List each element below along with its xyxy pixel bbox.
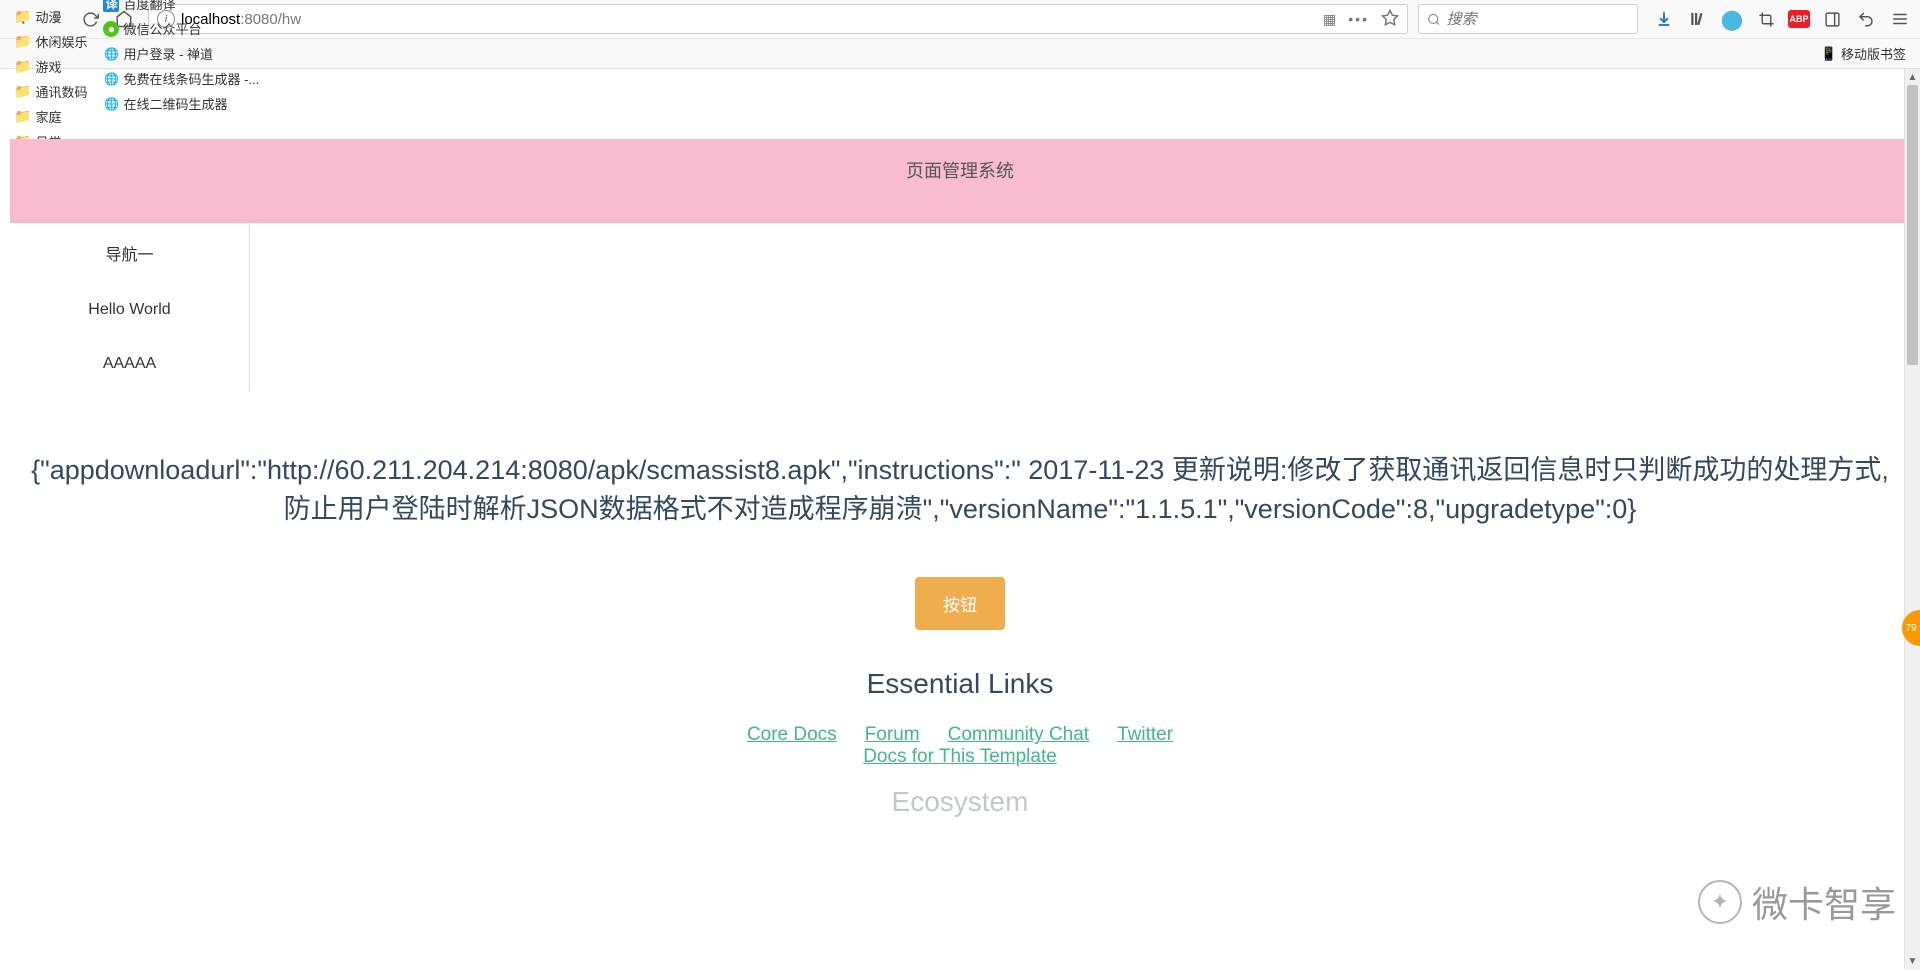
bookmarks-bar: 📁常用📁编程📁动漫📁休闲娱乐📁游戏📁通讯数码📁家庭📁日常 译百度翻译●微信公众平… — [0, 38, 1920, 68]
sidebar-item[interactable]: AAAAA — [10, 337, 249, 391]
mobile-bookmarks[interactable]: 📱 移动版书签 — [1815, 41, 1912, 66]
folder-icon: 📁 — [14, 33, 31, 50]
search-icon — [1427, 12, 1441, 27]
bookmark-label: 用户登录 - 禅道 — [123, 44, 213, 63]
json-display: {"appdownloadurl":"http://60.211.204.214… — [10, 391, 1910, 559]
bookmark-label: 微信公众平台 — [123, 19, 201, 38]
sidebar: 导航一Hello WorldAAAAA — [10, 223, 250, 391]
sidebar-icon[interactable] — [1820, 7, 1844, 31]
bookmark-folder[interactable]: 📁休闲娱乐 — [8, 29, 93, 54]
main-area — [250, 223, 1910, 391]
essential-link[interactable]: Core Docs — [747, 724, 837, 745]
url-bar[interactable]: i localhost:8080/hw ▦ ••• — [148, 4, 1408, 34]
sidebar-item[interactable]: 导航一 — [10, 223, 249, 283]
action-button[interactable]: 按钮 — [915, 577, 1005, 630]
bookmark-label: 编程 — [35, 0, 61, 1]
page-title: 页面管理系统 — [906, 161, 1014, 181]
bookmark-site[interactable]: 译百度翻译 — [97, 0, 265, 16]
favicon: ● — [103, 21, 119, 37]
mobile-icon: 📱 — [1821, 46, 1837, 62]
bookmark-site[interactable]: 🌐用户登录 - 禅道 — [97, 41, 265, 66]
scroll-thumb[interactable] — [1907, 85, 1918, 365]
library-icon[interactable] — [1686, 7, 1710, 31]
bookmark-folder[interactable]: 📁编程 — [8, 0, 93, 4]
essential-links: Core Docs Forum Community Chat Twitter Docs … — [10, 724, 1910, 768]
essential-link[interactable]: Twitter — [1117, 724, 1173, 745]
bookmark-folder[interactable]: 📁动漫 — [8, 4, 93, 29]
ecosystem-title: Ecosystem — [10, 786, 1910, 818]
scrollbar[interactable]: ▲ ▼ — [1904, 69, 1920, 969]
folder-icon: 📁 — [14, 8, 31, 25]
page-header: 页面管理系统 — [10, 139, 1910, 223]
bookmark-site[interactable]: ●微信公众平台 — [97, 16, 265, 41]
download-icon[interactable] — [1652, 7, 1676, 31]
bookmark-label: 休闲娱乐 — [35, 32, 87, 51]
crop-icon[interactable] — [1754, 7, 1778, 31]
scroll-up-button[interactable]: ▲ — [1905, 69, 1920, 85]
bookmark-label: 动漫 — [35, 7, 61, 26]
cat-icon[interactable]: ⬤ — [1720, 7, 1744, 31]
undo-icon[interactable] — [1854, 7, 1878, 31]
star-icon[interactable] — [1381, 9, 1399, 30]
sidebar-item[interactable]: Hello World — [10, 283, 249, 337]
scroll-down-button[interactable]: ▼ — [1905, 953, 1920, 969]
qr-icon[interactable]: ▦ — [1323, 11, 1336, 28]
toolbar-icons: ⬤ ABP — [1644, 7, 1912, 31]
browser-chrome: i localhost:8080/hw ▦ ••• ⬤ — [0, 0, 1920, 69]
essential-link[interactable]: Forum — [865, 724, 920, 745]
essential-link[interactable]: Docs for This Template — [863, 746, 1057, 767]
more-icon[interactable]: ••• — [1348, 11, 1369, 27]
favicon: 译 — [103, 0, 119, 12]
mobile-bookmarks-label: 移动版书签 — [1841, 44, 1906, 63]
search-bar[interactable] — [1418, 4, 1638, 34]
essential-link[interactable]: Community Chat — [948, 724, 1090, 745]
abp-icon[interactable]: ABP — [1788, 10, 1810, 28]
menu-icon[interactable] — [1888, 7, 1912, 31]
bookmark-label: 百度翻译 — [123, 0, 175, 13]
search-input[interactable] — [1447, 11, 1629, 28]
essential-links-title: Essential Links — [10, 668, 1910, 700]
page-content: 页面管理系统 导航一Hello WorldAAAAA {"appdownload… — [0, 69, 1920, 969]
favicon: 🌐 — [103, 46, 119, 62]
nav-bar: i localhost:8080/hw ▦ ••• ⬤ — [0, 0, 1920, 38]
